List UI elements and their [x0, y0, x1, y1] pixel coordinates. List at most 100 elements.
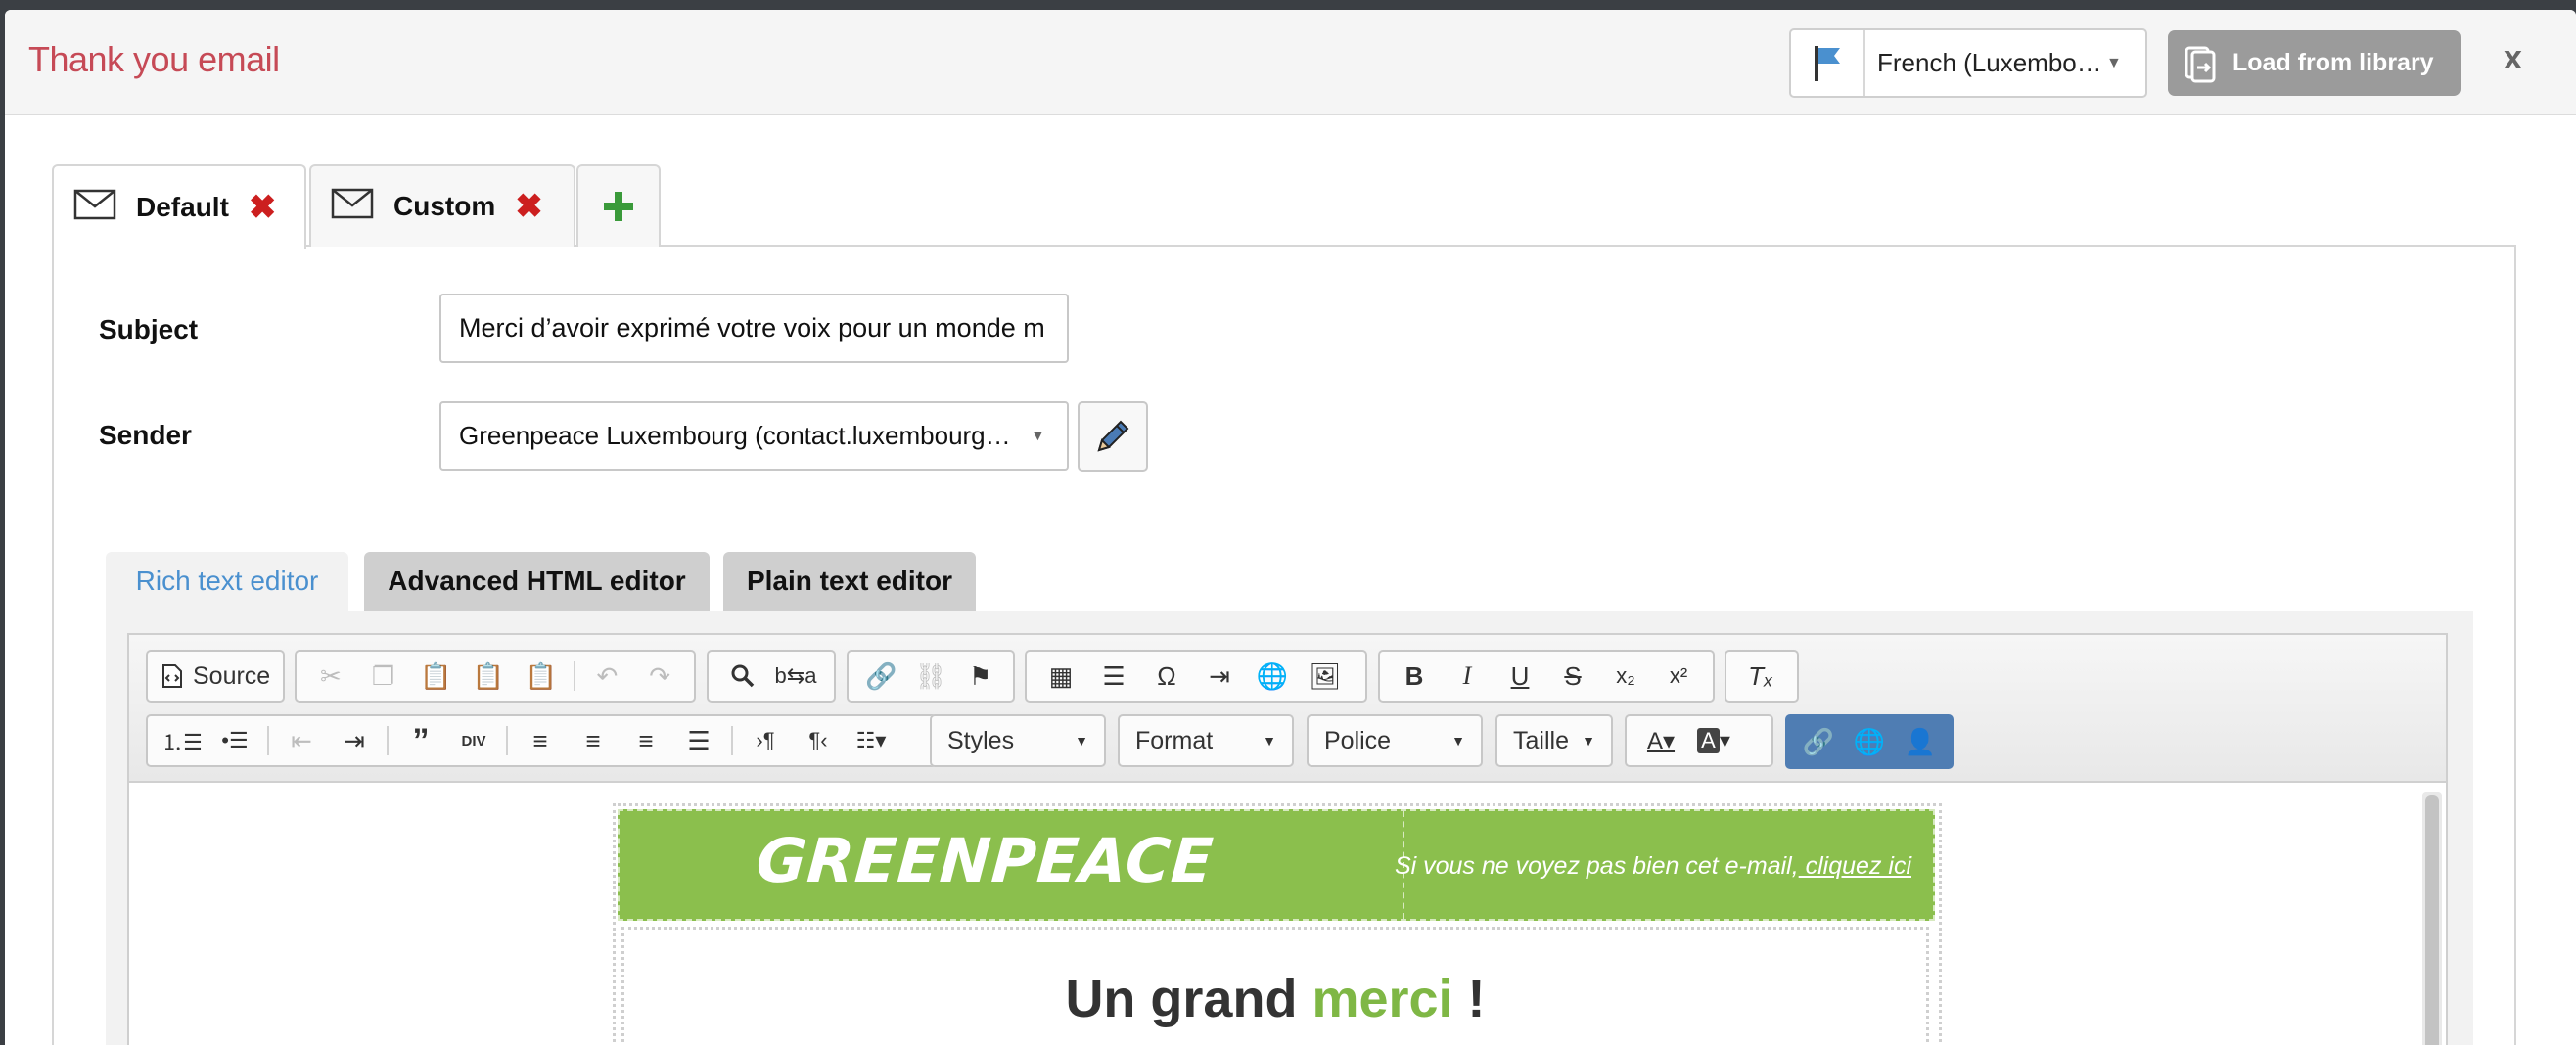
delete-tab-icon[interactable]: ✖: [515, 190, 543, 223]
remove-format-icon[interactable]: Tₓ: [1734, 653, 1787, 700]
size-label: Taille: [1513, 726, 1569, 754]
font-label: Police: [1324, 726, 1392, 754]
undo-icon[interactable]: ↶: [581, 653, 634, 700]
toolbar-group-insert: ▦ ☰ Ω ⇥ 🌐 🖼: [1025, 650, 1367, 703]
view-online-link[interactable]: cliquez ici: [1799, 852, 1911, 880]
insert-web-link-icon[interactable]: 🌐: [1844, 718, 1895, 765]
format-label: Format: [1135, 726, 1214, 754]
load-from-library-label: Load from library: [2232, 49, 2434, 76]
align-left-icon[interactable]: ≡: [514, 717, 567, 764]
toolbar-group-basic-styles: B I U S x₂ x²: [1378, 650, 1715, 703]
modal-title: Thank you email: [28, 39, 280, 79]
styles-label: Styles: [947, 726, 1015, 754]
editor-scrollbar[interactable]: [2422, 792, 2442, 1045]
outdent-icon[interactable]: ⇤: [275, 717, 328, 764]
horizontal-rule-icon[interactable]: ☰: [1087, 653, 1140, 700]
bulleted-list-icon[interactable]: •☰: [208, 717, 261, 764]
headline-part-1: Un grand: [1065, 970, 1312, 1028]
sender-select-value: Greenpeace Luxembourg (contact.luxembour…: [459, 421, 1011, 450]
delete-tab-icon[interactable]: ✖: [249, 191, 277, 224]
styles-dropdown[interactable]: Styles ▼: [930, 714, 1106, 767]
add-tab-button[interactable]: [576, 164, 661, 247]
indent-icon[interactable]: ⇥: [328, 717, 381, 764]
tab-rich-text-editor[interactable]: Rich text editor: [106, 552, 348, 611]
tab-plain-text-editor[interactable]: Plain text editor: [723, 552, 976, 611]
tab-default-label: Default: [136, 192, 229, 222]
italic-icon[interactable]: I: [1441, 653, 1494, 700]
chevron-down-icon: ▼: [1031, 428, 1045, 444]
align-center-icon[interactable]: ≡: [567, 717, 620, 764]
paste-text-icon[interactable]: 📋: [462, 653, 515, 700]
toolbar-group-colors: A▾ A ▾: [1625, 714, 1773, 767]
div-container-icon[interactable]: DIV: [447, 717, 500, 764]
replace-icon[interactable]: b⇆a: [769, 653, 822, 700]
tab-default[interactable]: Default ✖: [52, 164, 306, 249]
pencil-icon: [1097, 420, 1129, 452]
load-from-library-button[interactable]: Load from library: [2168, 30, 2461, 96]
rich-text-editor: Source ✂ ❐ 📋 📋 📋 ↶ ↷ b⇆a 🔗 ⛓ ⚑ ▦ ☰ Ω ⇥ 🌐…: [127, 633, 2448, 1045]
source-button[interactable]: Source: [156, 653, 276, 700]
headline-part-3: !: [1452, 970, 1486, 1028]
view-online-text: Si vous ne voyez pas bien cet e-mail,: [1394, 852, 1799, 880]
numbered-list-icon[interactable]: ⒈☰: [156, 717, 208, 764]
subject-label: Subject: [99, 314, 199, 344]
toolbar-group-clipboard: ✂ ❐ 📋 📋 📋 ↶ ↷: [295, 650, 696, 703]
unlink-icon[interactable]: ⛓: [906, 653, 956, 700]
align-right-icon[interactable]: ≡: [620, 717, 672, 764]
toolbar-separator: [573, 661, 575, 691]
source-label: Source: [193, 661, 271, 690]
source-icon: [162, 664, 182, 688]
table-icon[interactable]: ▦: [1035, 653, 1087, 700]
special-char-icon[interactable]: Ω: [1140, 653, 1193, 700]
superscript-icon[interactable]: x²: [1652, 653, 1705, 700]
toolbar-group-custom: 🔗 🌐 👤: [1785, 714, 1954, 769]
iframe-globe-icon[interactable]: 🌐: [1246, 653, 1299, 700]
link-icon[interactable]: 🔗: [856, 653, 906, 700]
modal-header: Thank you email French (Luxembo… ▼ Load …: [5, 10, 2576, 115]
close-button[interactable]: x: [2504, 39, 2522, 77]
find-icon[interactable]: [716, 653, 769, 700]
editor-toolbar: Source ✂ ❐ 📋 📋 📋 ↶ ↷ b⇆a 🔗 ⛓ ⚑ ▦ ☰ Ω ⇥ 🌐…: [129, 635, 2446, 783]
insert-contact-field-icon[interactable]: 👤: [1895, 718, 1946, 765]
language-select-value: French (Luxembo…: [1877, 48, 2098, 77]
align-justify-icon[interactable]: ☰: [672, 717, 725, 764]
format-dropdown[interactable]: Format ▼: [1118, 714, 1294, 767]
page-break-icon[interactable]: ⇥: [1193, 653, 1246, 700]
copy-icon[interactable]: ❐: [357, 653, 410, 700]
font-dropdown[interactable]: Police ▼: [1307, 714, 1483, 767]
underline-icon[interactable]: U: [1494, 653, 1546, 700]
image-icon[interactable]: 🖼: [1299, 653, 1352, 700]
size-dropdown[interactable]: Taille ▼: [1495, 714, 1613, 767]
bold-icon[interactable]: B: [1388, 653, 1441, 700]
chevron-down-icon: ▼: [1263, 733, 1276, 749]
blockquote-icon[interactable]: ”: [394, 717, 447, 764]
toolbar-group-find: b⇆a: [707, 650, 836, 703]
strikethrough-icon[interactable]: S: [1546, 653, 1599, 700]
redo-icon[interactable]: ↷: [633, 653, 686, 700]
toolbar-group-paragraph: ⒈☰ •☰ ⇤ ⇥ ” DIV ≡ ≡ ≡ ☰ ›¶ ¶‹ ☷▾: [146, 714, 1032, 767]
edit-sender-button[interactable]: [1078, 401, 1148, 472]
library-icon: [2168, 30, 2232, 96]
subscript-icon[interactable]: x₂: [1599, 653, 1652, 700]
scrollbar-thumb[interactable]: [2425, 795, 2439, 1045]
headline-part-2: merci: [1311, 970, 1453, 1028]
paste-icon[interactable]: 📋: [409, 653, 462, 700]
anchor-flag-icon[interactable]: ⚑: [955, 653, 1005, 700]
text-color-icon[interactable]: A▾: [1634, 717, 1687, 764]
rtl-icon[interactable]: ¶‹: [792, 717, 845, 764]
tab-custom[interactable]: Custom ✖: [309, 164, 575, 247]
subject-input[interactable]: [439, 294, 1069, 363]
paste-word-icon[interactable]: 📋: [515, 653, 568, 700]
email-headline: Un grand merci !: [624, 969, 1926, 1029]
background-color-icon[interactable]: A ▾: [1687, 717, 1740, 764]
toolbar-separator: [506, 726, 508, 755]
tab-advanced-html-editor[interactable]: Advanced HTML editor: [364, 552, 710, 611]
insert-link-tag-icon[interactable]: 🔗: [1793, 718, 1844, 765]
sender-select[interactable]: Greenpeace Luxembourg (contact.luxembour…: [439, 401, 1069, 471]
language-list-icon[interactable]: ☷▾: [845, 717, 897, 764]
envelope-icon: [73, 189, 116, 227]
cut-icon[interactable]: ✂: [304, 653, 357, 700]
language-select[interactable]: French (Luxembo… ▼: [1789, 28, 2147, 98]
thank-you-email-modal: Thank you email French (Luxembo… ▼ Load …: [5, 10, 2576, 1045]
ltr-icon[interactable]: ›¶: [739, 717, 792, 764]
